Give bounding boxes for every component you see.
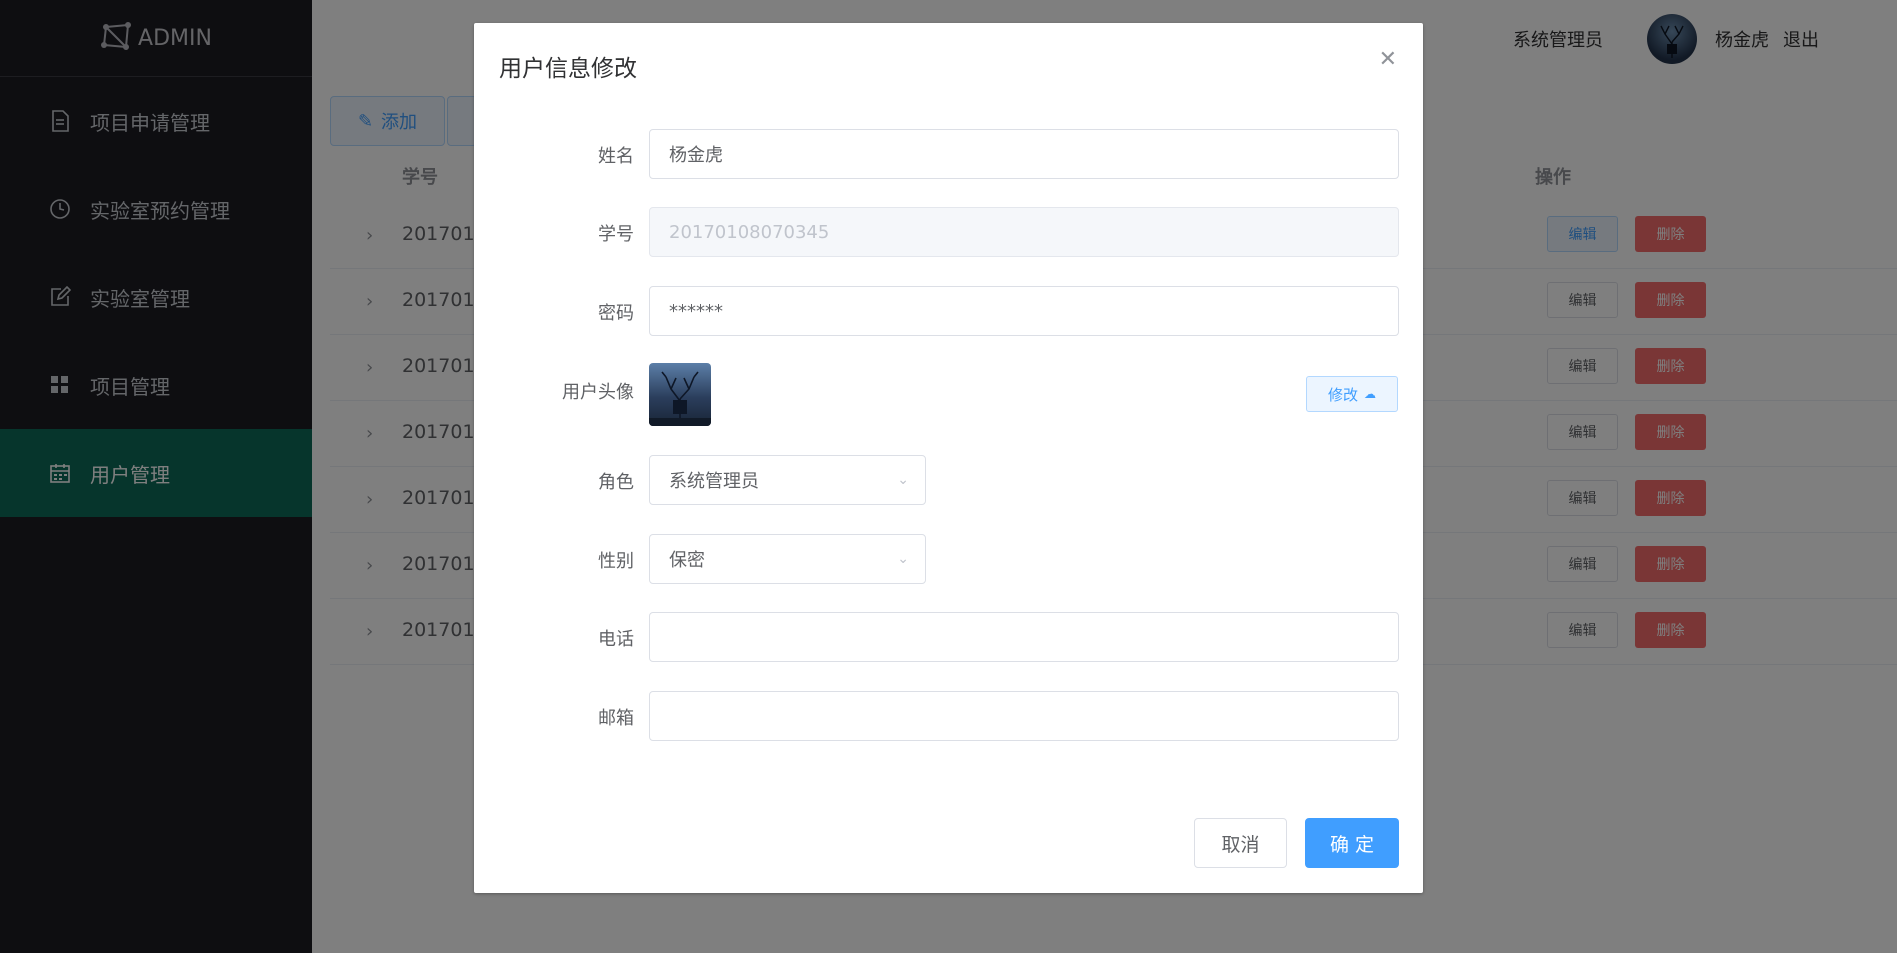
email-label: 邮箱 (598, 708, 634, 729)
avatar-upload-button[interactable]: 修改 ☁ (1306, 376, 1398, 412)
avatar-label: 用户头像 (562, 382, 634, 403)
phone-field[interactable] (649, 612, 1399, 662)
cloud-upload-icon: ☁ (1364, 387, 1376, 401)
name-field[interactable]: 杨金虎 (649, 129, 1399, 179)
avatar-preview (649, 363, 711, 426)
name-label: 姓名 (598, 146, 634, 167)
password-label: 密码 (598, 303, 634, 324)
close-icon[interactable]: ✕ (1379, 47, 1397, 72)
student-id-label: 学号 (598, 224, 634, 245)
role-label: 角色 (598, 472, 634, 493)
gender-label: 性别 (598, 551, 634, 572)
phone-label: 电话 (598, 629, 634, 650)
upload-button-label: 修改 (1327, 385, 1358, 404)
cancel-button[interactable]: 取消 (1194, 818, 1287, 868)
password-field[interactable]: ****** (649, 286, 1399, 336)
confirm-button[interactable]: 确 定 (1305, 818, 1399, 868)
gender-select[interactable]: 保密 ⌄ (649, 534, 926, 584)
dialog-title: 用户信息修改 (499, 56, 637, 82)
email-field[interactable] (649, 691, 1399, 741)
student-id-field: 20170108070345 (649, 207, 1399, 257)
chevron-down-icon: ⌄ (897, 551, 909, 567)
user-edit-dialog: 用户信息修改 ✕ 姓名 杨金虎 学号 20170108070345 密码 ***… (474, 23, 1423, 893)
chevron-down-icon: ⌄ (897, 472, 909, 488)
gender-select-value: 保密 (669, 550, 705, 571)
role-select[interactable]: 系统管理员 ⌄ (649, 455, 926, 505)
role-select-value: 系统管理员 (669, 471, 759, 492)
